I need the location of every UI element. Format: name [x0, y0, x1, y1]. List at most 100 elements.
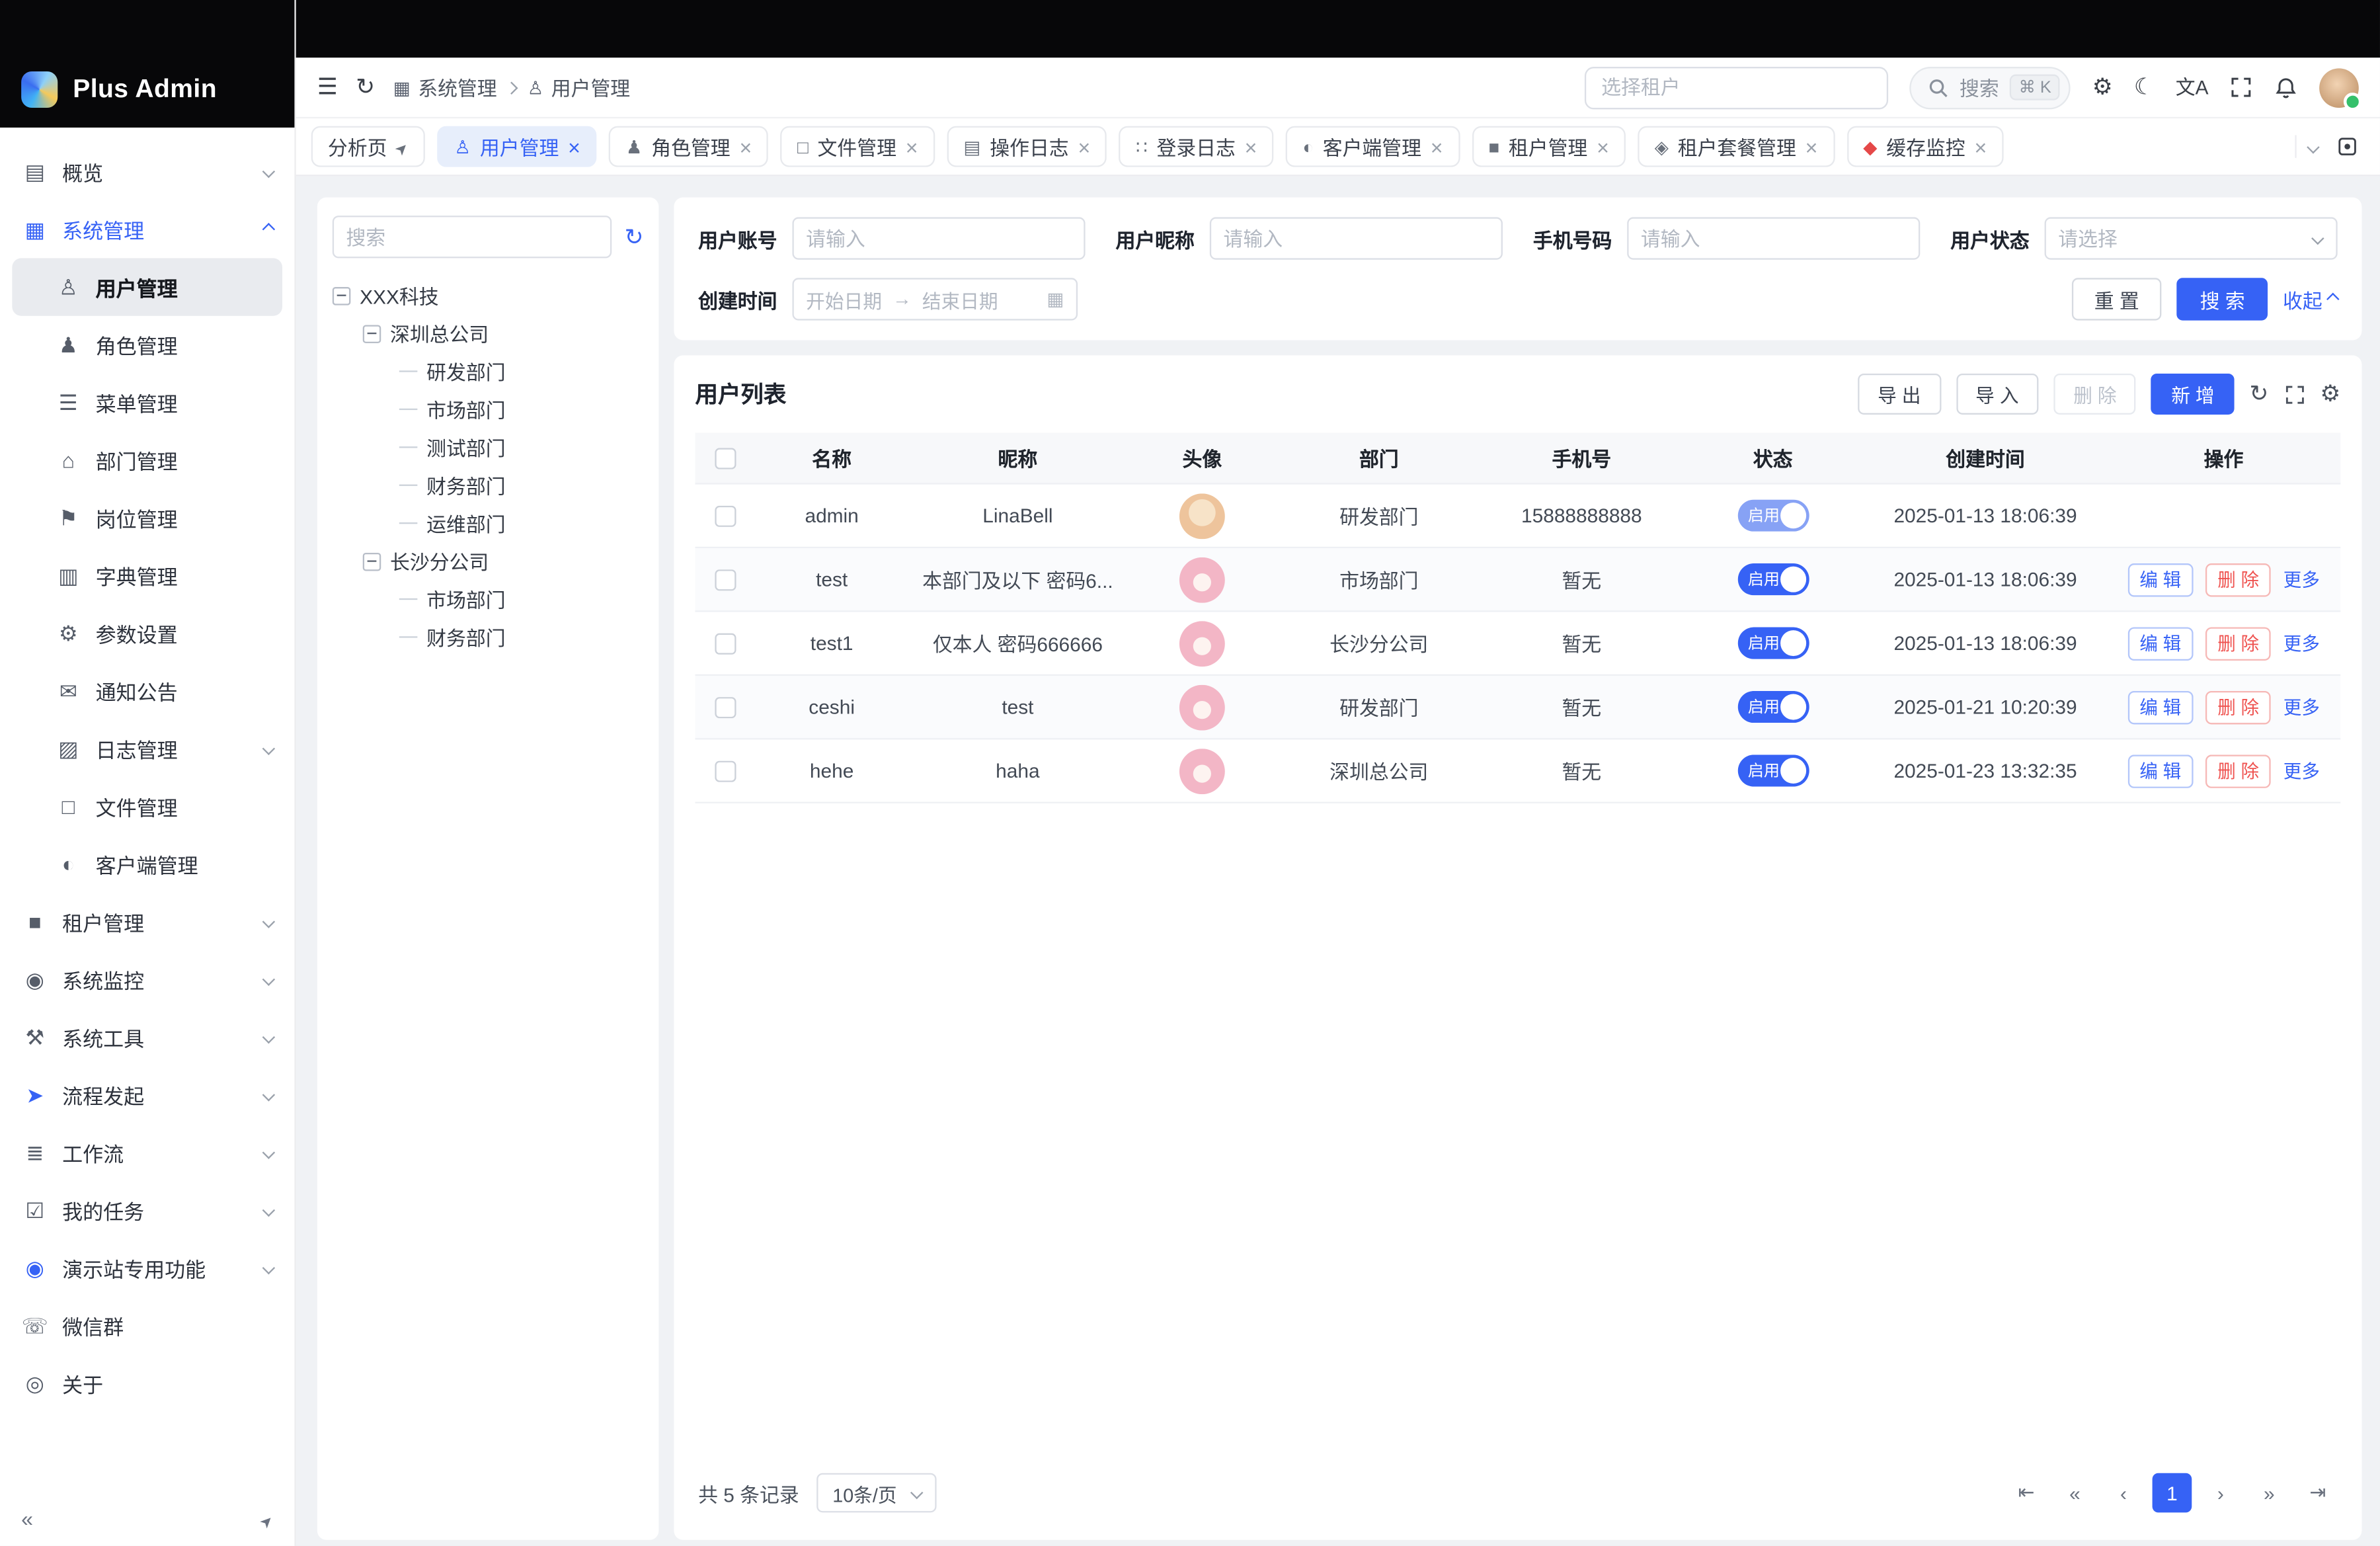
row-checkbox[interactable]	[715, 760, 736, 781]
sidebar-item[interactable]: ▥ 字典管理	[0, 547, 294, 604]
content-screenshot-icon[interactable]	[2336, 135, 2358, 157]
tree-node[interactable]: 深圳总公司	[333, 314, 644, 352]
tree-collapse-icon[interactable]	[363, 324, 381, 343]
sidebar-item[interactable]: ▨ 日志管理	[0, 720, 294, 778]
status-toggle[interactable]: 启用	[1737, 754, 1809, 786]
sidebar-item[interactable]: ◐ 客户端管理	[0, 835, 294, 893]
status-toggle[interactable]: 启用	[1737, 691, 1809, 723]
close-icon[interactable]	[1597, 136, 1609, 157]
tab[interactable]: ◐ 客户端管理	[1286, 126, 1460, 167]
pagination-prev-button[interactable]: ‹	[2104, 1473, 2143, 1513]
close-icon[interactable]	[739, 136, 752, 157]
close-icon[interactable]	[1805, 136, 1818, 157]
edit-button[interactable]: 编 辑	[2127, 754, 2194, 788]
breadcrumb-root[interactable]: ▦ 系统管理	[393, 73, 497, 102]
close-icon[interactable]	[1245, 136, 1257, 157]
tree-node[interactable]: 研发部门	[333, 352, 644, 390]
close-icon[interactable]	[1431, 136, 1443, 157]
status-select[interactable]	[2045, 217, 2338, 259]
tree-node[interactable]: XXX科技	[333, 276, 644, 314]
collapse-sidebar-icon[interactable]: «	[21, 1506, 33, 1531]
pin-icon[interactable]	[260, 1506, 273, 1531]
tree-node[interactable]: 财务部门	[333, 618, 644, 656]
status-toggle[interactable]: 启用	[1737, 563, 1809, 595]
close-icon[interactable]	[906, 136, 918, 157]
tab[interactable]: ▤ 操作日志	[947, 126, 1107, 167]
pagination-last-button[interactable]: ⇥	[2298, 1473, 2338, 1513]
bell-icon[interactable]	[2274, 75, 2298, 100]
export-button[interactable]: 导 出	[1858, 374, 1940, 415]
refresh-icon[interactable]: ↻	[356, 76, 375, 99]
delete-button[interactable]: 删 除	[2053, 374, 2136, 415]
delete-button[interactable]: 删 除	[2205, 690, 2272, 724]
tab[interactable]: ♙ 用户管理	[438, 126, 597, 167]
account-input[interactable]	[792, 217, 1085, 259]
sidebar-item[interactable]: ✉ 通知公告	[0, 662, 294, 719]
sidebar-item[interactable]: ➤ 流程发起	[0, 1066, 294, 1123]
phone-input[interactable]	[1627, 217, 1920, 259]
gear-icon[interactable]: ⚙	[2092, 76, 2113, 99]
table-refresh-icon[interactable]: ↻	[2249, 383, 2268, 405]
tree-collapse-icon[interactable]	[363, 552, 381, 571]
tenant-select-input[interactable]	[1585, 66, 1888, 108]
table-settings-gear-icon[interactable]: ⚙	[2320, 383, 2340, 405]
reset-button[interactable]: 重 置	[2071, 278, 2162, 320]
tab[interactable]: □ 文件管理	[781, 126, 935, 167]
sidebar-item[interactable]: ▤ 概览	[0, 143, 294, 200]
tab[interactable]: ◆ 缓存监控	[1846, 126, 2003, 167]
status-toggle[interactable]: 启用	[1737, 627, 1809, 659]
sidebar-item[interactable]: ◉ 系统监控	[0, 951, 294, 1008]
sidebar-item[interactable]: ▦ 系统管理	[0, 200, 294, 258]
edit-button[interactable]: 编 辑	[2127, 690, 2194, 724]
table-fullscreen-icon[interactable]	[2283, 384, 2305, 405]
tree-refresh-icon[interactable]: ↻	[625, 224, 644, 251]
date-range-picker[interactable]: 开始日期 → 结束日期 ▦	[792, 278, 1078, 320]
sidebar-item[interactable]: ■ 租户管理	[0, 893, 294, 950]
more-button[interactable]: 更多	[2283, 567, 2320, 592]
sidebar-item[interactable]: ⚒ 系统工具	[0, 1008, 294, 1066]
tree-node[interactable]: 市场部门	[333, 390, 644, 428]
tab[interactable]: ♟ 角色管理	[610, 126, 769, 167]
search-button[interactable]: 搜 索	[2177, 278, 2268, 320]
sidebar-item[interactable]: ☑ 我的任务	[0, 1182, 294, 1239]
sidebar-item[interactable]: □ 文件管理	[0, 778, 294, 835]
more-button[interactable]: 更多	[2283, 694, 2320, 720]
delete-button[interactable]: 删 除	[2205, 626, 2272, 660]
tab[interactable]: ◈ 租户套餐管理	[1638, 126, 1834, 167]
tab-overflow-chevron-icon[interactable]	[2307, 140, 2319, 153]
close-icon[interactable]	[1078, 136, 1090, 157]
sidebar-item[interactable]: ⚑ 岗位管理	[0, 489, 294, 547]
add-button[interactable]: 新 增	[2151, 374, 2234, 415]
pagination-page-1[interactable]: 1	[2153, 1473, 2192, 1513]
sidebar-item[interactable]: ◉ 演示站专用功能	[0, 1239, 294, 1297]
sidebar-item[interactable]: ◎ 关于	[0, 1355, 294, 1412]
page-size-select[interactable]: 10条/页	[817, 1473, 936, 1513]
user-avatar[interactable]	[2319, 67, 2359, 107]
sidebar-item[interactable]: ☰ 菜单管理	[0, 374, 294, 431]
more-button[interactable]: 更多	[2283, 630, 2320, 656]
sidebar-item[interactable]: ⌂ 部门管理	[0, 431, 294, 489]
row-checkbox[interactable]	[715, 633, 736, 654]
fullscreen-icon[interactable]	[2230, 76, 2252, 99]
row-checkbox[interactable]	[715, 505, 736, 526]
edit-button[interactable]: 编 辑	[2127, 563, 2194, 596]
sidebar-item[interactable]: ⚙ 参数设置	[0, 604, 294, 662]
pagination-next-button[interactable]: ›	[2201, 1473, 2241, 1513]
row-checkbox[interactable]	[715, 696, 736, 717]
pagination-first-button[interactable]: ⇤	[2006, 1473, 2046, 1513]
tab[interactable]: ■ 租户管理	[1472, 126, 1626, 167]
tree-node[interactable]: 长沙分公司	[333, 542, 644, 580]
import-button[interactable]: 导 入	[1956, 374, 2038, 415]
translate-icon[interactable]: 文A	[2176, 77, 2209, 97]
sidebar-item[interactable]: ≣ 工作流	[0, 1123, 294, 1181]
nickname-input[interactable]	[1210, 217, 1503, 259]
pagination-fast-next-button[interactable]: »	[2250, 1473, 2289, 1513]
status-toggle[interactable]: 启用	[1737, 500, 1809, 532]
delete-button[interactable]: 删 除	[2205, 754, 2272, 788]
tree-node[interactable]: 市场部门	[333, 580, 644, 618]
sidebar-item[interactable]: ♙ 用户管理	[12, 258, 282, 315]
collapse-filters-link[interactable]: 收起	[2283, 285, 2338, 314]
delete-button[interactable]: 删 除	[2205, 563, 2272, 596]
tree-collapse-icon[interactable]	[333, 286, 351, 305]
hamburger-icon[interactable]: ☰	[317, 76, 338, 99]
